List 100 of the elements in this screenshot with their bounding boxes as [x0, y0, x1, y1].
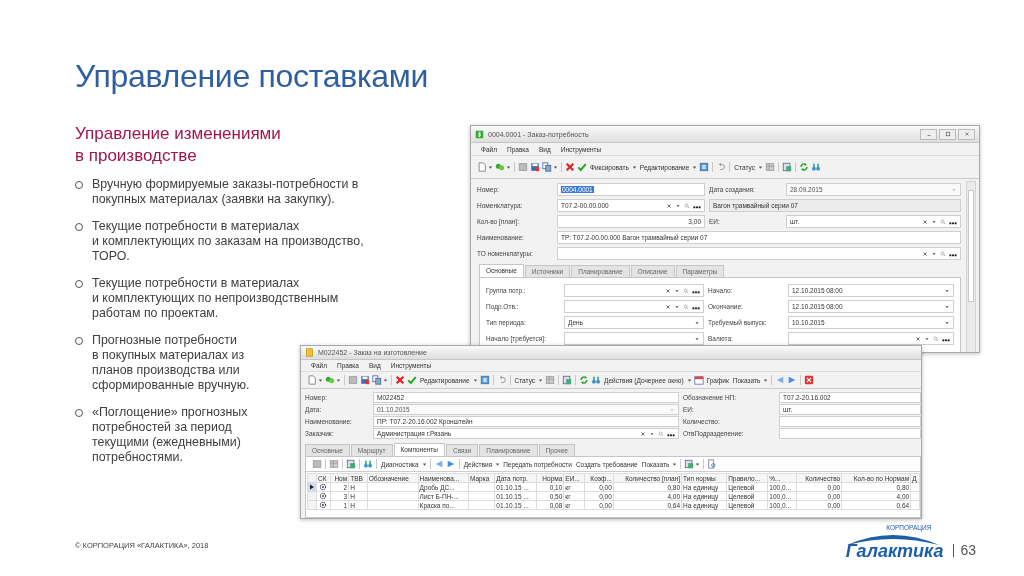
dropdown-icon: [951, 186, 957, 193]
clear-icon[interactable]: [665, 303, 671, 310]
caret-icon[interactable]: [692, 164, 698, 170]
dropdown-icon[interactable]: [694, 335, 700, 342]
dropdown-icon[interactable]: [674, 303, 680, 310]
dropdown-icon[interactable]: [674, 287, 680, 294]
copy-icon[interactable]: [372, 375, 382, 385]
caret-icon[interactable]: [631, 164, 637, 170]
input-field[interactable]: [779, 428, 921, 439]
arrow-right-icon[interactable]: [445, 459, 456, 469]
add-icon[interactable]: [325, 375, 335, 385]
search-icon[interactable]: [684, 202, 690, 209]
add-icon[interactable]: [495, 162, 505, 172]
clear-icon[interactable]: [640, 430, 646, 437]
document-search-icon[interactable]: [707, 459, 718, 469]
caret-icon[interactable]: [538, 377, 544, 383]
binoculars-icon[interactable]: [363, 459, 373, 469]
dropdown-icon[interactable]: [931, 250, 937, 257]
page-number: 63: [953, 544, 976, 557]
input-field[interactable]: [557, 247, 961, 260]
copy-icon[interactable]: [542, 162, 552, 172]
search-icon[interactable]: [683, 287, 689, 294]
save-icon[interactable]: [530, 162, 540, 172]
caret-icon[interactable]: [472, 377, 478, 383]
close-icon: [963, 131, 970, 137]
app-icon: [305, 348, 314, 357]
logo-text: Галактика: [845, 541, 944, 562]
grid-icon[interactable]: [312, 459, 322, 469]
caret-icon[interactable]: [495, 461, 501, 467]
bullet-text: Вручную формируемые заказы-потребности в покупных материалах (заявки на закупку).: [92, 177, 359, 207]
row-selector[interactable]: [307, 482, 317, 492]
new-document-icon[interactable]: [307, 375, 317, 385]
bullet-text: Прогнозные потребности в покупных материалах из планов производства или сформированные вручную.: [92, 333, 250, 393]
caret-icon[interactable]: [553, 164, 558, 170]
input-field[interactable]: [779, 416, 921, 427]
close-button[interactable]: [958, 128, 975, 140]
report-icon[interactable]: [781, 162, 792, 172]
check-icon[interactable]: [407, 375, 417, 385]
check-icon[interactable]: [577, 162, 587, 172]
refresh-icon[interactable]: [579, 375, 590, 385]
report-icon[interactable]: [346, 459, 356, 469]
dropdown-icon[interactable]: [931, 218, 937, 225]
dropdown-icon[interactable]: [944, 303, 950, 310]
search-icon[interactable]: [940, 250, 946, 257]
caret-icon[interactable]: [421, 461, 427, 467]
search-icon[interactable]: [658, 430, 664, 437]
dropdown-icon[interactable]: [924, 335, 930, 342]
search-icon[interactable]: [940, 218, 946, 225]
calendar-icon[interactable]: [693, 375, 704, 385]
clear-icon[interactable]: [922, 250, 928, 257]
maximize-button[interactable]: [939, 128, 956, 140]
input-field[interactable]: [564, 300, 704, 313]
dropdown-icon[interactable]: [944, 319, 950, 326]
caret-icon[interactable]: [318, 377, 323, 383]
caret-icon[interactable]: [757, 164, 763, 170]
caret-icon[interactable]: [763, 377, 769, 383]
slide-title: Управление поставками: [75, 58, 430, 95]
caret-icon[interactable]: [695, 461, 701, 467]
bullet-text: Текущие потребности в материалах и комплектующих по непроизводственным работам по проектам.: [92, 276, 339, 321]
dropdown-icon[interactable]: [694, 319, 700, 326]
search-icon[interactable]: [933, 335, 939, 342]
caret-icon[interactable]: [383, 377, 388, 383]
delete-icon[interactable]: [395, 375, 405, 385]
new-document-icon[interactable]: [477, 162, 487, 172]
help-icon[interactable]: [479, 375, 490, 385]
refresh-icon[interactable]: [798, 162, 809, 172]
close-icon[interactable]: [804, 375, 815, 385]
table-icon[interactable]: [764, 162, 775, 172]
caret-icon[interactable]: [686, 377, 692, 383]
dropdown-icon[interactable]: [944, 287, 950, 294]
scrollbar[interactable]: [966, 181, 976, 352]
clear-icon[interactable]: [666, 202, 672, 209]
input-field[interactable]: [564, 284, 704, 297]
delete-icon[interactable]: [565, 162, 575, 172]
save-icon[interactable]: [360, 375, 370, 385]
clear-icon[interactable]: [915, 335, 921, 342]
dropdown-icon: [669, 406, 675, 413]
report-icon[interactable]: [684, 459, 695, 469]
undo-icon[interactable]: [716, 162, 727, 172]
clear-icon[interactable]: [922, 218, 928, 225]
bullet-text: Текущие потребности в материалах и комплектующих по заказам на производство, ТОРО.: [92, 219, 364, 264]
caret-icon[interactable]: [336, 377, 341, 383]
input-field[interactable]: [788, 332, 954, 345]
input-field[interactable]: [564, 332, 704, 345]
bullet-text: «Поглощение» прогнозных потребностей за период текущими (ежедневными) потребностями.: [92, 405, 248, 465]
caret-icon[interactable]: [672, 461, 678, 467]
caret-icon[interactable]: [488, 164, 493, 170]
minimize-button[interactable]: [920, 128, 937, 140]
report-icon[interactable]: [562, 375, 573, 385]
binoculars-icon[interactable]: [810, 162, 821, 172]
search-icon[interactable]: [683, 303, 689, 310]
binoculars-icon[interactable]: [591, 375, 602, 385]
arrow-left-icon[interactable]: [775, 375, 786, 385]
table-icon[interactable]: [329, 459, 339, 469]
help-icon[interactable]: [699, 162, 710, 172]
clear-icon[interactable]: [665, 287, 671, 294]
dropdown-icon[interactable]: [649, 430, 655, 437]
dropdown-icon[interactable]: [675, 202, 681, 209]
table-icon[interactable]: [545, 375, 556, 385]
caret-icon[interactable]: [506, 164, 511, 170]
